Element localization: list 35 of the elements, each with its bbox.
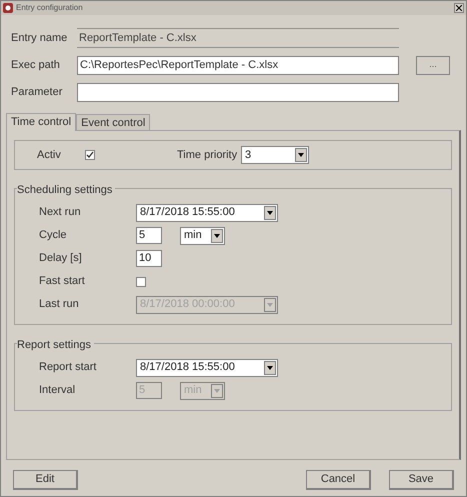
field-label: Exec path (11, 58, 61, 73)
field-label: Cycle (38, 228, 68, 244)
field-label: Report start (38, 360, 98, 376)
tab[interactable]: Time control (6, 113, 76, 131)
number-field[interactable]: 5 (136, 227, 162, 244)
field-label: Fast start (38, 274, 86, 290)
dialog-button[interactable]: Cancel (306, 470, 371, 490)
field-label: Next run (38, 205, 82, 220)
field-label: Last run (38, 297, 80, 312)
close-icon (456, 5, 462, 11)
tab[interactable]: Event control (76, 114, 150, 130)
checkbox[interactable] (136, 276, 146, 286)
dialog-button[interactable]: Edit (13, 470, 78, 490)
entry-name-field: ReportTemplate - C.xlsx (77, 28, 399, 48)
parameter-field[interactable] (77, 82, 399, 102)
field-label: Time priority (177, 148, 238, 163)
field-label: Activ (36, 148, 62, 163)
field-label: Entry name (11, 30, 68, 46)
group-title: Report settings (17, 337, 94, 354)
field-label: Delay [s] (38, 251, 83, 266)
number-field[interactable]: 10 (136, 250, 162, 267)
window-title: Entry configuration (16, 2, 84, 14)
browse-button[interactable]: ... (416, 56, 450, 74)
checkbox[interactable] (85, 150, 95, 160)
close-button[interactable] (454, 3, 464, 13)
exec-path-field[interactable]: C:\ReportesPec\ReportTemplate - C.xlsx (77, 56, 399, 74)
dropdown[interactable]: min (180, 226, 225, 244)
dialog-button[interactable]: Save (389, 470, 454, 490)
field-label: Parameter (11, 84, 64, 100)
app-icon (3, 3, 13, 13)
dropdown[interactable]: 8/17/2018 15:55:00 (136, 204, 278, 222)
field-label: Interval (38, 383, 76, 398)
group-title: Scheduling settings (17, 182, 116, 198)
dropdown[interactable]: 8/17/2018 15:55:00 (136, 358, 278, 376)
dropdown[interactable]: 3 (241, 146, 309, 164)
